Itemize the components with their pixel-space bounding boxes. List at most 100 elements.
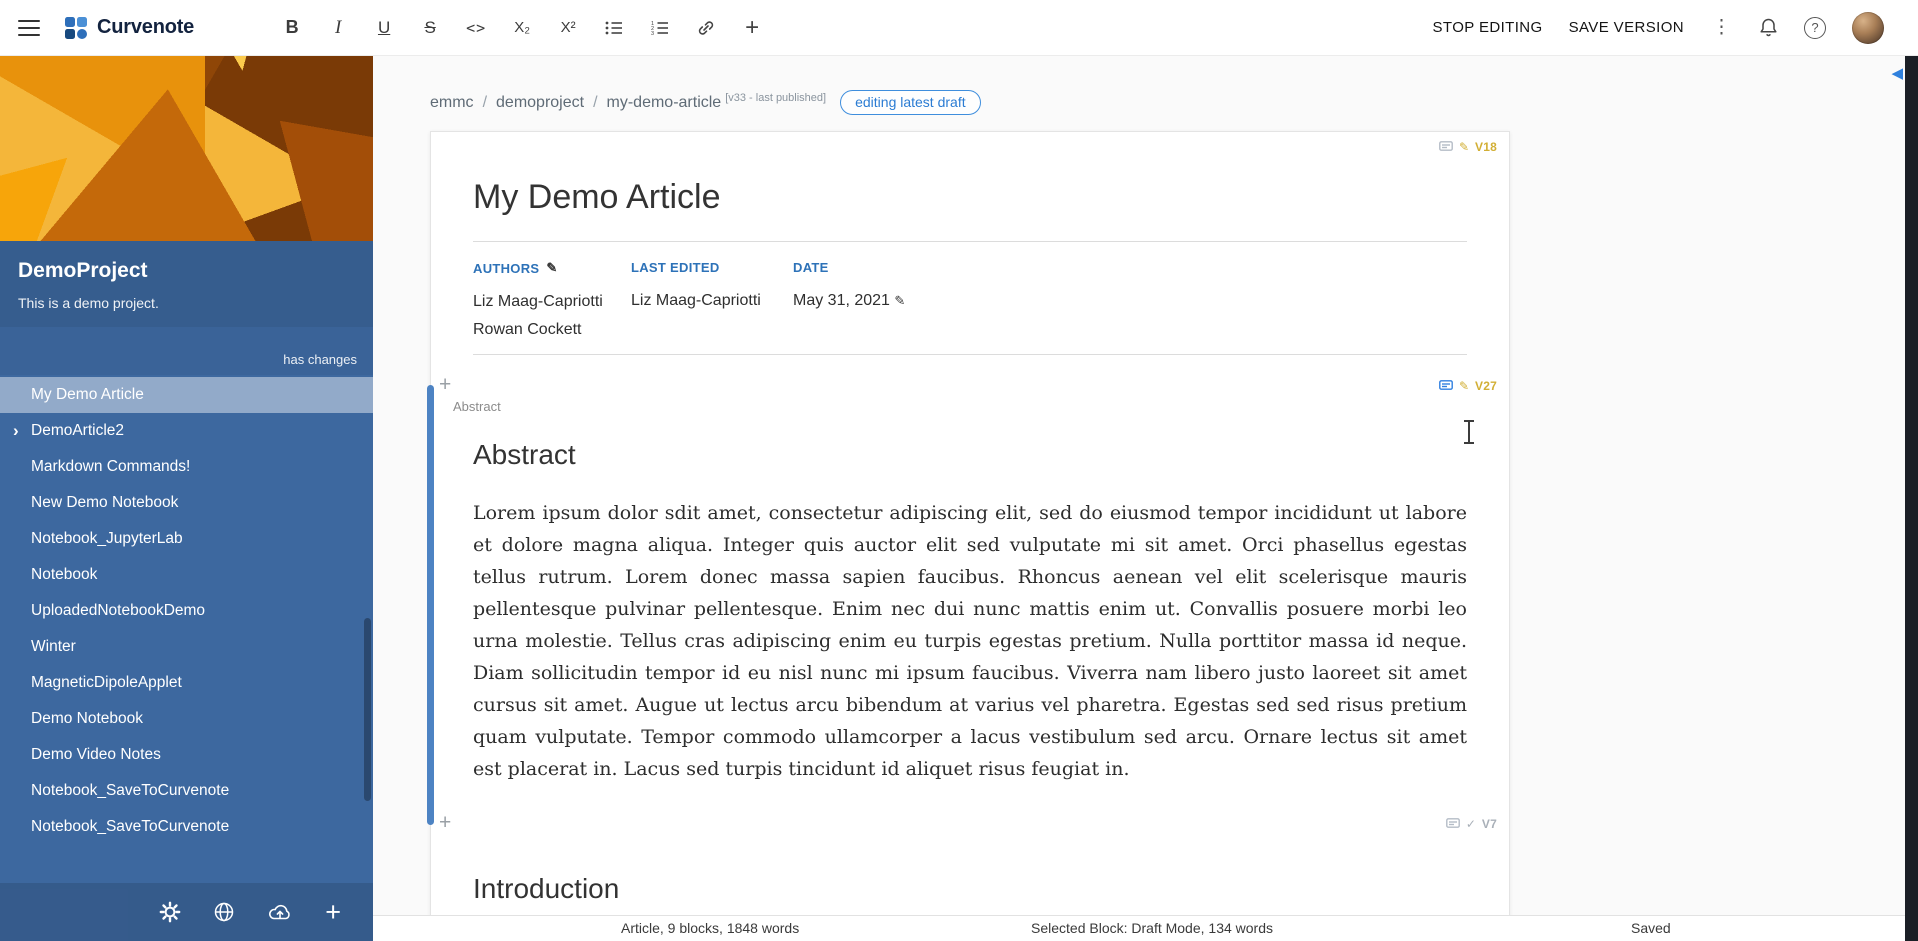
add-block-plus-icon[interactable]: +	[439, 811, 451, 835]
project-description: This is a demo project.	[18, 295, 355, 311]
add-block-plus-icon[interactable]: +	[439, 373, 451, 397]
last-edited-column: LAST EDITED Liz Maag-Capriotti	[631, 260, 793, 344]
curvenote-logo-icon	[64, 16, 88, 40]
sidebar-item[interactable]: My Demo Article	[0, 377, 373, 413]
stop-editing-button[interactable]: STOP EDITING	[1433, 19, 1543, 36]
block-version-badge: V18	[1475, 140, 1497, 154]
sidebar-item[interactable]: Notebook_SaveToCurvenote	[0, 773, 373, 809]
frontmatter-block[interactable]: ✎ V18 My Demo Article AUTHORS ✎ Liz Maag…	[431, 132, 1509, 387]
breadcrumb: emmc / demoproject / my-demo-article [v3…	[430, 90, 1918, 115]
mouse-ibeam-cursor	[1468, 420, 1470, 444]
collapsed-panel-strip	[1905, 56, 1918, 941]
overflow-menu-icon[interactable]: ⋮	[1710, 16, 1733, 39]
underline-button[interactable]: U	[364, 10, 404, 46]
code-button[interactable]: <>	[456, 10, 496, 46]
breadcrumb-separator: /	[483, 94, 487, 112]
sidebar-item[interactable]: Demo Notebook	[0, 701, 373, 737]
edit-authors-pencil-icon[interactable]: ✎	[546, 260, 557, 276]
breadcrumb-project[interactable]: emmc	[430, 94, 474, 112]
author-name: Rowan Cockett	[473, 317, 631, 343]
sidebar-item-label: MagneticDipoleApplet	[31, 674, 182, 692]
has-changes-label: has changes	[283, 352, 357, 367]
breadcrumb-subproject[interactable]: demoproject	[496, 94, 584, 112]
hamburger-menu-icon[interactable]	[18, 20, 40, 36]
sidebar-item-label: Winter	[31, 638, 76, 656]
sidebar-item[interactable]: Demo Video Notes	[0, 737, 373, 773]
abstract-paragraph[interactable]: Lorem ipsum dolor sdit amet, consectetur…	[473, 497, 1467, 785]
article-title[interactable]: My Demo Article	[473, 178, 1467, 217]
sidebar-item-label: Markdown Commands!	[31, 458, 190, 476]
introduction-heading[interactable]: Introduction	[473, 873, 1467, 905]
top-toolbar: Curvenote B I U S <> X₂ X² 1 2 3	[0, 0, 1918, 56]
strikethrough-button[interactable]: S	[410, 10, 450, 46]
settings-gear-icon[interactable]	[159, 901, 181, 923]
authors-column: AUTHORS ✎ Liz Maag-Capriotti Rowan Cocke…	[473, 260, 631, 344]
block-version-badge: V27	[1475, 379, 1497, 393]
block-tag-label: Abstract	[453, 399, 501, 414]
chevron-right-icon[interactable]: ›	[13, 422, 19, 439]
bullet-list-button[interactable]	[594, 10, 634, 46]
project-header: DemoProject This is a demo project.	[0, 241, 373, 327]
comment-icon[interactable]	[1446, 818, 1460, 830]
link-icon	[697, 19, 715, 37]
sidebar-item-label: Demo Notebook	[31, 710, 143, 728]
abstract-block[interactable]: + ✎ V27 Abstract Abstract Lorem ipsum do…	[431, 387, 1509, 825]
ordered-list-icon: 1 2 3	[651, 20, 669, 36]
italic-button[interactable]: I	[318, 10, 358, 46]
sidebar-item-label: Notebook_SaveToCurvenote	[31, 782, 229, 800]
date-value: May 31, 2021 ✎	[793, 288, 1467, 314]
sidebar-item[interactable]: › DemoArticle2	[0, 413, 373, 449]
last-edited-label: LAST EDITED	[631, 260, 720, 275]
last-edited-value: Liz Maag-Capriotti	[631, 288, 793, 314]
abstract-heading[interactable]: Abstract	[473, 439, 1467, 471]
version-note: [v33 - last published]	[725, 92, 826, 104]
insert-plus-button[interactable]: +	[732, 10, 772, 46]
project-cover-image	[0, 56, 373, 241]
edit-date-pencil-icon[interactable]: ✎	[894, 293, 905, 308]
sidebar-item[interactable]: Winter	[0, 629, 373, 665]
notifications-bell-icon[interactable]	[1759, 17, 1778, 38]
date-label: DATE	[793, 260, 829, 275]
sidebar-item[interactable]: Markdown Commands!	[0, 449, 373, 485]
sidebar-item[interactable]: Notebook_JupyterLab	[0, 521, 373, 557]
introduction-block[interactable]: + ✓ V7 Introduction Ac placerat vestibul…	[431, 825, 1509, 915]
sidebar-item-label: Demo Video Notes	[31, 746, 161, 764]
sidebar-item[interactable]: UploadedNotebookDemo	[0, 593, 373, 629]
block-version-badge: V7	[1482, 817, 1497, 831]
frontmatter-meta: AUTHORS ✎ Liz Maag-Capriotti Rowan Cocke…	[473, 242, 1467, 354]
svg-text:3: 3	[651, 31, 654, 36]
sidebar-item[interactable]: Notebook_SaveToCurvenote	[0, 809, 373, 845]
superscript-button[interactable]: X²	[548, 10, 588, 46]
project-contents-list: My Demo Article › DemoArticle2 Markdown …	[0, 375, 373, 883]
user-avatar[interactable]	[1852, 12, 1884, 44]
save-state: Saved	[1631, 920, 1671, 936]
sidebar-item[interactable]: MagneticDipoleApplet	[0, 665, 373, 701]
comment-icon[interactable]	[1439, 141, 1453, 153]
save-version-button[interactable]: SAVE VERSION	[1569, 19, 1684, 36]
curvenote-logo[interactable]: Curvenote	[64, 16, 194, 40]
add-plus-icon[interactable]: +	[325, 899, 341, 926]
breadcrumb-article[interactable]: my-demo-article	[607, 94, 722, 112]
sidebar-item[interactable]: Notebook	[0, 557, 373, 593]
editor-main: emmc / demoproject / my-demo-article [v3…	[373, 56, 1918, 915]
publish-globe-icon[interactable]	[213, 901, 235, 923]
pencil-icon: ✎	[1459, 141, 1469, 153]
divider	[473, 354, 1467, 355]
sidebar-item[interactable]: New Demo Notebook	[0, 485, 373, 521]
expand-panel-chevron-icon[interactable]: ◀	[1891, 66, 1903, 81]
bold-button[interactable]: B	[272, 10, 312, 46]
comment-icon[interactable]	[1439, 380, 1453, 392]
editing-draft-pill[interactable]: editing latest draft	[840, 90, 981, 115]
article-stats: Article, 9 blocks, 1848 words	[621, 920, 799, 936]
editor-column: emmc / demoproject / my-demo-article [v3…	[373, 56, 1918, 941]
ordered-list-button[interactable]: 1 2 3	[640, 10, 680, 46]
help-icon[interactable]: ?	[1804, 17, 1826, 39]
check-icon: ✓	[1466, 818, 1476, 830]
subscript-button[interactable]: X₂	[502, 10, 542, 46]
cloud-upload-icon[interactable]	[267, 902, 293, 922]
link-button[interactable]	[686, 10, 726, 46]
sidebar-footer: +	[0, 883, 373, 941]
breadcrumb-separator: /	[593, 94, 597, 112]
sidebar-scrollbar[interactable]	[364, 618, 371, 801]
project-title: DemoProject	[18, 259, 355, 283]
